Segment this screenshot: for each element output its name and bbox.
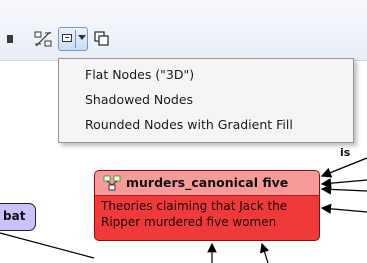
edge-line	[0, 232, 95, 259]
graph-node-murders-canonical-five[interactable]: murders_canonical five Theories claiming…	[94, 170, 320, 241]
edge-line	[320, 184, 367, 195]
node-title: murders_canonical five	[126, 175, 289, 190]
menu-item-flat-nodes[interactable]: Flat Nodes ("3D")	[85, 67, 194, 82]
edge-line	[320, 157, 367, 178]
node-style-menu: Flat Nodes ("3D") Shadowed Nodes Rounded…	[58, 58, 354, 143]
edge-line	[259, 242, 270, 263]
node-description: Theories claiming that Jack the Ripper m…	[101, 199, 288, 229]
edge-label: is	[340, 146, 351, 159]
nodes-icon	[103, 175, 121, 191]
node-header: murders_canonical five	[95, 171, 319, 196]
edge-line	[320, 178, 367, 189]
menu-item-shadowed-nodes[interactable]: Shadowed Nodes	[85, 92, 193, 107]
menu-item-rounded-gradient-nodes[interactable]: Rounded Nodes with Gradient Fill	[85, 117, 293, 132]
edge-line	[320, 203, 367, 214]
graph-node-partial[interactable]: bat	[0, 203, 36, 231]
graph-node-label: bat	[3, 209, 26, 223]
